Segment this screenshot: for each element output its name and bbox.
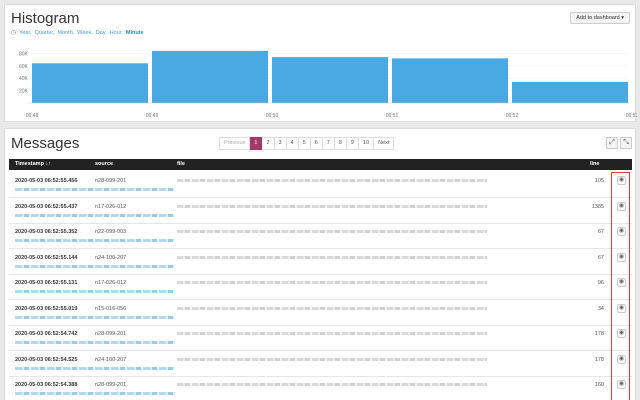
row-file-redacted [177,357,487,361]
row-file-redacted [177,332,487,335]
messages-panel: Messages Previous 1 2 3 4 5 6 7 8 9 10 Next ⤢ ⤡ Tim… [4,128,636,400]
row-link-redacted[interactable] [15,315,175,319]
row-link-redacted[interactable] [15,290,175,293]
row-file-redacted [177,255,487,259]
x-tick-label: 06:50 [266,113,279,119]
table-row[interactable]: 2020-05-03 06:52:55.437 n17-026-012 1385 ◉ [9,199,632,224]
row-link-redacted[interactable] [15,188,175,191]
row-line: 96 [597,280,604,286]
y-tick-label: 40K [19,76,29,82]
row-line: 178 [594,356,604,363]
row-timestamp: 2020-05-03 06:52:55.437 [15,203,78,210]
table-header: Timestamp ↓↑ source file line [9,159,632,170]
row-line: 160 [594,382,604,388]
previous-page-button[interactable]: Previous [219,137,251,150]
messages-title: Messages [11,135,80,152]
histogram-bar[interactable] [32,63,148,103]
expand-icon[interactable]: ⤢ [606,137,618,149]
row-line: 67 [597,254,604,261]
page-button[interactable]: 9 [346,137,359,150]
page-button[interactable]: 8 [334,137,347,150]
row-file-redacted [177,306,487,310]
row-link-redacted[interactable] [15,264,175,268]
row-link-redacted[interactable] [15,213,175,217]
page-button[interactable]: 1 [250,137,263,150]
x-tick-label: 06:53 [626,113,637,119]
histogram-bar[interactable] [392,58,508,103]
table-row[interactable]: 2020-05-03 06:52:55.456 n28-099-201 105 ◉ [9,173,632,198]
y-tick-label: 20K [19,89,29,95]
row-link-redacted[interactable] [15,239,175,242]
row-source: n24-100-207 [95,356,127,363]
x-tick-label: 06:48 [26,113,39,119]
y-tick-label: 80K [19,51,29,57]
row-line: 178 [594,331,604,337]
histogram-panel: Histogram ◷ Year, Quarter, Month, Week, … [4,4,637,122]
page-button[interactable]: 5 [298,137,311,150]
row-link-redacted[interactable] [15,341,175,344]
pagination: Previous 1 2 3 4 5 6 7 8 9 10 Next [219,137,395,150]
row-file-redacted [177,383,487,386]
page-button[interactable]: 2 [262,137,275,150]
collapse-icon[interactable]: ⤡ [620,137,632,149]
row-source: n17-026-012 [95,203,127,210]
row-source: n15-016-056 [95,305,127,312]
histogram-bar[interactable] [272,57,388,103]
row-line: 105 [594,178,604,184]
row-line: 34 [597,305,604,312]
x-tick-label: 06:52 [506,113,519,119]
highlight-box [611,172,630,400]
row-timestamp: 2020-05-03 06:52:55.456 [15,178,78,184]
column-timestamp[interactable]: Timestamp ↓↑ [15,161,51,167]
histogram-bar[interactable] [152,50,268,103]
page-button[interactable]: 3 [274,137,287,150]
page-button[interactable]: 7 [322,137,335,150]
row-file-redacted [177,179,487,182]
table-row[interactable]: 2020-05-03 06:52:54.388 n28-099-201 160 ◉ [9,377,632,400]
row-source: n22-099-003 [95,229,127,235]
row-timestamp: 2020-05-03 06:52:54.388 [15,382,78,388]
row-source: n24-100-207 [95,254,127,261]
table-row[interactable]: 2020-05-03 06:52:54.525 n24-100-207 178 ◉ [9,352,632,377]
row-link-redacted[interactable] [15,366,175,370]
row-timestamp: 2020-05-03 06:52:55.131 [15,280,78,286]
column-file[interactable]: file [177,161,185,167]
y-tick-label: 60K [19,64,29,70]
histogram-chart: 80K 60K 40K 20K 06:48 06:49 06:50 06:51 06:52 06:… [19,50,637,119]
table-row[interactable]: 2020-05-03 06:52:54.742 n28-099-201 178 ◉ [9,326,632,351]
table-row[interactable]: 2020-05-03 06:52:55.352 n22-099-003 67 ◉ [9,224,632,249]
row-file-redacted [177,230,487,233]
row-timestamp: 2020-05-03 06:52:54.742 [15,331,78,337]
row-timestamp: 2020-05-03 06:52:55.144 [15,254,78,261]
histogram-bar[interactable] [512,81,628,103]
row-source: n28-099-201 [95,331,127,337]
row-source: n17-026-012 [95,280,127,286]
x-tick-label: 06:51 [386,113,399,119]
column-line[interactable]: line [590,161,599,167]
page-button[interactable]: 10 [358,137,375,150]
row-file-redacted [177,281,487,284]
page-button[interactable]: 4 [286,137,299,150]
row-timestamp: 2020-05-03 06:52:54.525 [15,356,78,363]
column-source[interactable]: source [95,161,113,167]
table-row[interactable]: 2020-05-03 06:52:55.131 n17-026-012 96 ◉ [9,275,632,300]
page-button[interactable]: 6 [310,137,323,150]
next-page-button[interactable]: Next [374,137,395,150]
table-row[interactable]: 2020-05-03 06:52:55.144 n24-100-207 67 ◉ [9,250,632,275]
row-link-redacted[interactable] [15,392,175,395]
row-line: 67 [597,229,604,235]
row-timestamp: 2020-05-03 06:52:55.352 [15,229,78,235]
row-source: n28-099-201 [95,178,127,184]
row-source: n28-099-201 [95,382,127,388]
row-timestamp: 2020-05-03 06:52:55.019 [15,305,78,312]
row-line: 1385 [591,203,604,210]
table-row[interactable]: 2020-05-03 06:52:55.019 n15-016-056 34 ◉ [9,301,632,326]
x-tick-label: 06:49 [146,113,159,119]
row-file-redacted [177,204,487,208]
